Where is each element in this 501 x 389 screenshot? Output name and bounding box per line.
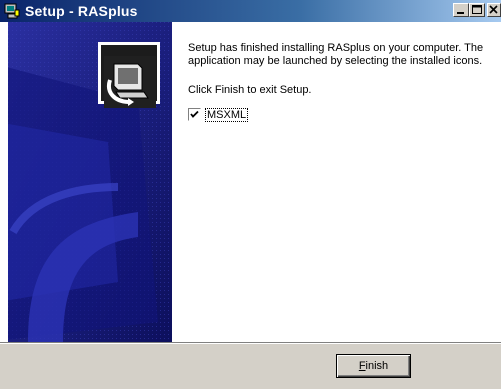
setup-window: Setup - RASplus Setup has finished insta… [0, 0, 501, 389]
msxml-checkbox-label[interactable]: MSXML [204, 107, 249, 122]
maximize-icon [472, 5, 482, 14]
title-buttons [453, 3, 501, 17]
close-icon [489, 5, 498, 14]
checkmark-icon [190, 110, 199, 118]
minimize-icon [457, 12, 464, 14]
left-border [0, 22, 8, 342]
window-title: Setup - RASplus [25, 3, 138, 19]
finish-label-rest: inish [365, 360, 389, 372]
close-button[interactable] [487, 3, 501, 17]
title-bar[interactable]: Setup - RASplus [0, 0, 501, 22]
exit-instruction: Click Finish to exit Setup. [188, 84, 312, 96]
setup-computer-icon[interactable] [3, 2, 21, 20]
wizard-content: Setup has finished installing RASplus on… [172, 22, 501, 342]
msxml-checkbox-row[interactable]: MSXML [188, 107, 249, 122]
finish-button[interactable]: Finish [336, 354, 411, 378]
finished-message: Setup has finished installing RASplus on… [188, 42, 484, 67]
maximize-button[interactable] [469, 3, 485, 17]
computer-logo-icon [100, 52, 160, 112]
finish-mnemonic: F [358, 360, 366, 372]
wizard-side-image [8, 22, 172, 342]
button-bar: Finish [0, 344, 501, 389]
msxml-checkbox[interactable] [188, 108, 201, 121]
minimize-button[interactable] [453, 3, 469, 17]
